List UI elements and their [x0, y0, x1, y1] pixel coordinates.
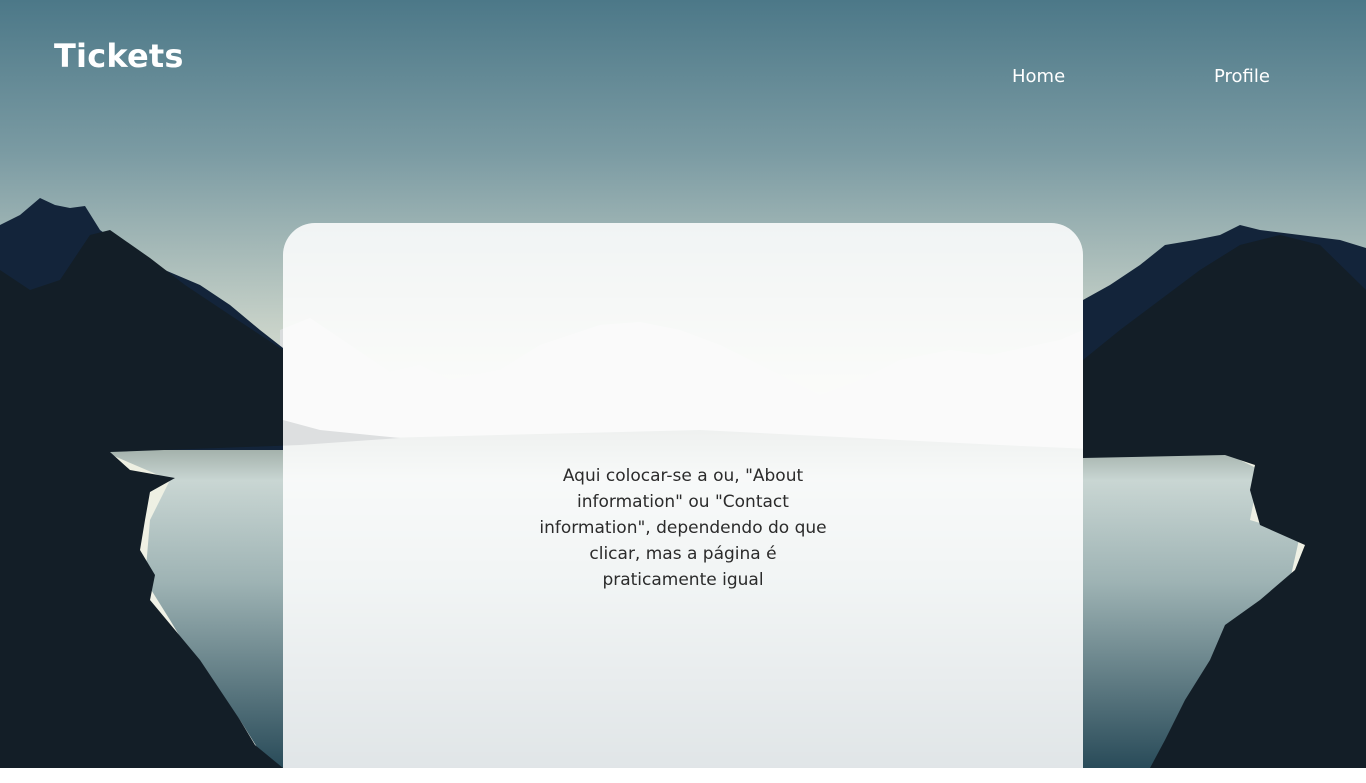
card-description: Aqui colocar-se a ou, "About information…	[539, 466, 827, 590]
app-logo[interactable]: Tickets	[54, 37, 184, 75]
card-text-container: Aqui colocar-se a ou, "About information…	[283, 463, 1083, 593]
nav-profile-link[interactable]: Profile	[1214, 66, 1270, 87]
content-card: Aqui colocar-se a ou, "About information…	[283, 223, 1083, 783]
nav-home-link[interactable]: Home	[1012, 66, 1065, 87]
